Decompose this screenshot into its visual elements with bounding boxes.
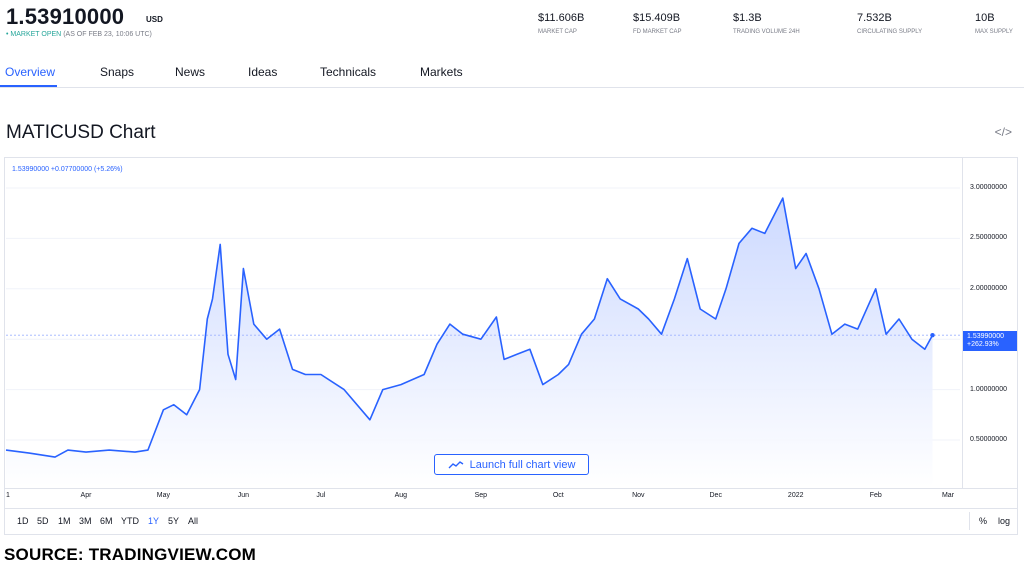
stat-fd-market-cap: $15.409B FD MARKET CAP: [633, 12, 682, 35]
stat-trading-volume: $1.3B TRADING VOLUME 24H: [733, 12, 800, 35]
tab-snaps[interactable]: Snaps: [100, 65, 134, 79]
launch-full-chart-button[interactable]: Launch full chart view: [434, 454, 589, 475]
tab-technicals[interactable]: Technicals: [320, 65, 376, 79]
market-open-label: MARKET OPEN: [10, 31, 62, 38]
market-status: • MARKET OPEN (AS OF FEB 23, 10:06 UTC): [6, 31, 152, 38]
scale-divider: [969, 512, 970, 530]
range-5y[interactable]: 5Y: [168, 516, 179, 526]
chart-legend: 1.53990000 +0.07700000 (+5.26%): [12, 166, 123, 173]
range-5d[interactable]: 5D: [37, 516, 49, 526]
stat-market-cap: $11.606B MARKET CAP: [538, 12, 584, 35]
stat-value: $11.606B: [538, 12, 585, 24]
stat-label: MARKET CAP: [538, 29, 577, 35]
range-1m[interactable]: 1M: [58, 516, 71, 526]
tab-news[interactable]: News: [175, 65, 205, 79]
y-tick-label: 2.50000000: [970, 234, 1007, 242]
range-6m[interactable]: 6M: [100, 516, 113, 526]
chart-line-icon: [448, 460, 463, 468]
tab-bar: Overview Snaps News Ideas Technicals Mar…: [0, 58, 1024, 88]
range-3m[interactable]: 3M: [79, 516, 92, 526]
x-tick-label: May: [156, 492, 171, 499]
tab-markets[interactable]: Markets: [420, 65, 463, 79]
tab-ideas[interactable]: Ideas: [248, 65, 277, 79]
range-1y[interactable]: 1Y: [148, 516, 159, 526]
chart-title: MATICUSD Chart: [6, 122, 156, 143]
x-tick-label: Jun: [237, 492, 250, 499]
stat-circulating-supply: 7.532B CIRCULATING SUPPLY: [857, 12, 922, 35]
stat-label: CIRCULATING SUPPLY: [857, 29, 923, 35]
y-tick-label: 0.50000000: [970, 436, 1007, 443]
stat-label: TRADING VOLUME 24H: [733, 29, 800, 35]
y-tick-label: 3.00000000: [970, 184, 1007, 191]
range-bar-divider: [4, 508, 1018, 509]
market-status-dot: •: [6, 31, 9, 38]
x-tick-label: Feb: [869, 492, 882, 499]
x-tick-label: Sep: [474, 492, 488, 499]
x-tick-label: Dec: [709, 492, 722, 499]
range-ytd[interactable]: YTD: [121, 516, 139, 526]
x-axis-divider: [4, 488, 1018, 489]
y-tick-label: 2.00000000: [970, 284, 1007, 292]
price-currency: USD: [146, 15, 163, 24]
y-tick-label: 1.00000000: [970, 385, 1007, 393]
stat-label: FD MARKET CAP: [633, 29, 682, 35]
source-caption: SOURCE: TRADINGVIEW.COM: [4, 545, 257, 564]
stat-value: 7.532B: [857, 12, 892, 24]
tab-overview[interactable]: Overview: [5, 65, 55, 79]
active-tab-indicator: [0, 85, 57, 87]
range-1d[interactable]: 1D: [17, 516, 29, 526]
chart-container[interactable]: [4, 157, 1018, 535]
launch-full-chart-label: Launch full chart view: [469, 458, 576, 471]
market-status-time: (AS OF FEB 23, 10:06 UTC): [63, 31, 152, 38]
x-tick-label: 1: [6, 492, 10, 499]
x-tick-label: Oct: [552, 492, 564, 499]
log-scale-toggle[interactable]: log: [998, 516, 1010, 526]
y-axis-divider: [962, 157, 963, 488]
x-tick-label: Apr: [80, 492, 92, 499]
stat-value: $1.3B: [733, 12, 762, 24]
current-price: 1.53910000: [6, 4, 125, 29]
last-price-value: 1.53990000: [967, 333, 1004, 340]
stat-value: $15.409B: [633, 12, 681, 24]
stat-value: 10B: [975, 12, 995, 24]
x-tick-label: Nov: [632, 492, 645, 499]
code-embed-icon[interactable]: </>: [995, 125, 1012, 139]
stat-label: MAX SUPPLY: [975, 29, 1013, 35]
percent-scale-toggle[interactable]: %: [979, 516, 987, 526]
last-price-tag: 1.53990000 +262.93%: [963, 331, 1017, 351]
x-tick-label: Jul: [316, 492, 326, 499]
last-price-change: +262.93%: [967, 341, 999, 348]
x-tick-label: Mar: [941, 492, 955, 499]
stat-max-supply: 10B MAX SUPPLY: [975, 12, 1013, 35]
x-tick-label: Aug: [394, 492, 408, 499]
range-all[interactable]: All: [188, 516, 198, 526]
x-tick-label: 2022: [787, 492, 804, 499]
